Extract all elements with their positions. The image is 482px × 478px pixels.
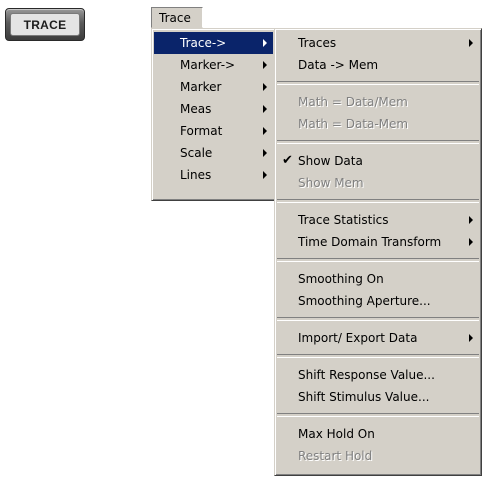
- menu-item-traces[interactable]: Traces: [277, 32, 479, 54]
- menu-item-label: Meas: [180, 102, 212, 116]
- submenu-arrow-icon: [263, 149, 267, 157]
- menu-item-label: Show Mem: [298, 176, 364, 190]
- menu-item-scale[interactable]: Scale: [154, 142, 273, 164]
- menu-item-label: Trace->: [180, 36, 227, 50]
- menu-separator: [277, 199, 479, 203]
- submenu-arrow-icon: [469, 39, 473, 47]
- menu-item-label: Marker: [180, 80, 222, 94]
- menu-item-label: Format: [180, 124, 223, 138]
- menu-item-import-export-data[interactable]: Import/ Export Data: [277, 327, 479, 349]
- submenu-arrow-icon: [263, 39, 267, 47]
- submenu-arrow-icon: [263, 127, 267, 135]
- menu-separator: [277, 81, 479, 85]
- menu-item-label: Trace Statistics: [298, 213, 389, 227]
- menu-item-label: Lines: [180, 168, 212, 182]
- menu-item-shift-response-value[interactable]: Shift Response Value...: [277, 364, 479, 386]
- menu-item-data-to-mem[interactable]: Data -> Mem: [277, 54, 479, 76]
- menu-item-max-hold-on[interactable]: Max Hold On: [277, 423, 479, 445]
- menu-item-label: Import/ Export Data: [298, 331, 418, 345]
- menu-item-label: Max Hold On: [298, 427, 375, 441]
- menu-item-label: Marker->: [180, 58, 236, 72]
- menu-item-label: Math = Data/Mem: [298, 95, 408, 109]
- submenu-arrow-icon: [469, 216, 473, 224]
- menu-item-time-domain-transform[interactable]: Time Domain Transform: [277, 231, 479, 253]
- menu-item-meas[interactable]: Meas: [154, 98, 273, 120]
- menu-item-label: Scale: [180, 146, 213, 160]
- menu-item-smoothing-aperture[interactable]: Smoothing Aperture...: [277, 290, 479, 312]
- submenu-arrow-icon: [263, 83, 267, 91]
- trace-hardware-key[interactable]: TRACE: [5, 8, 85, 41]
- menu-item-label: Time Domain Transform: [298, 235, 442, 249]
- menu-item-show-mem: Show Mem: [277, 172, 479, 194]
- submenu-arrow-icon: [263, 105, 267, 113]
- menu-item-label: Shift Stimulus Value...: [298, 390, 430, 404]
- menu-item-lines[interactable]: Lines: [154, 164, 273, 186]
- menu-item-shift-stimulus-value[interactable]: Shift Stimulus Value...: [277, 386, 479, 408]
- menu-item-restart-hold: Restart Hold: [277, 445, 479, 467]
- menu-item-math-data-minus-mem: Math = Data-Mem: [277, 113, 479, 135]
- menu-item-label: Data -> Mem: [298, 58, 379, 72]
- trace-key-label: TRACE: [10, 13, 80, 36]
- menu-item-format[interactable]: Format: [154, 120, 273, 142]
- menubar-trace[interactable]: Trace: [151, 7, 203, 28]
- submenu-arrow-icon: [263, 61, 267, 69]
- menu-separator: [277, 140, 479, 144]
- submenu-arrow-icon: [469, 334, 473, 342]
- menu-item-label: Math = Data-Mem: [298, 117, 409, 131]
- menu-item-math-data-div-mem: Math = Data/Mem: [277, 91, 479, 113]
- menu-separator: [277, 413, 479, 417]
- menu-separator: [277, 317, 479, 321]
- menu-item-trace-statistics[interactable]: Trace Statistics: [277, 209, 479, 231]
- menu-item-marker-arrow[interactable]: Marker->: [154, 54, 273, 76]
- submenu-arrow-icon: [469, 238, 473, 246]
- menu-item-label: Restart Hold: [298, 449, 373, 463]
- menu-item-label: Show Data: [298, 154, 363, 168]
- trace-menu: Trace-> Marker-> Marker Meas Format Scal…: [151, 28, 276, 201]
- menu-item-label: Smoothing On: [298, 272, 384, 286]
- check-mark-icon: ✔: [282, 153, 293, 168]
- submenu-arrow-icon: [263, 171, 267, 179]
- menu-item-show-data[interactable]: ✔ Show Data: [277, 150, 479, 172]
- menu-item-label: Smoothing Aperture...: [298, 294, 431, 308]
- menu-item-trace-arrow[interactable]: Trace->: [154, 32, 273, 54]
- menu-item-label: Shift Response Value...: [298, 368, 435, 382]
- menu-item-marker[interactable]: Marker: [154, 76, 273, 98]
- trace-submenu: Traces Data -> Mem Math = Data/Mem Math …: [274, 28, 482, 476]
- menu-separator: [277, 354, 479, 358]
- menu-separator: [277, 258, 479, 262]
- menu-item-label: Traces: [298, 36, 337, 50]
- menu-item-smoothing-on[interactable]: Smoothing On: [277, 268, 479, 290]
